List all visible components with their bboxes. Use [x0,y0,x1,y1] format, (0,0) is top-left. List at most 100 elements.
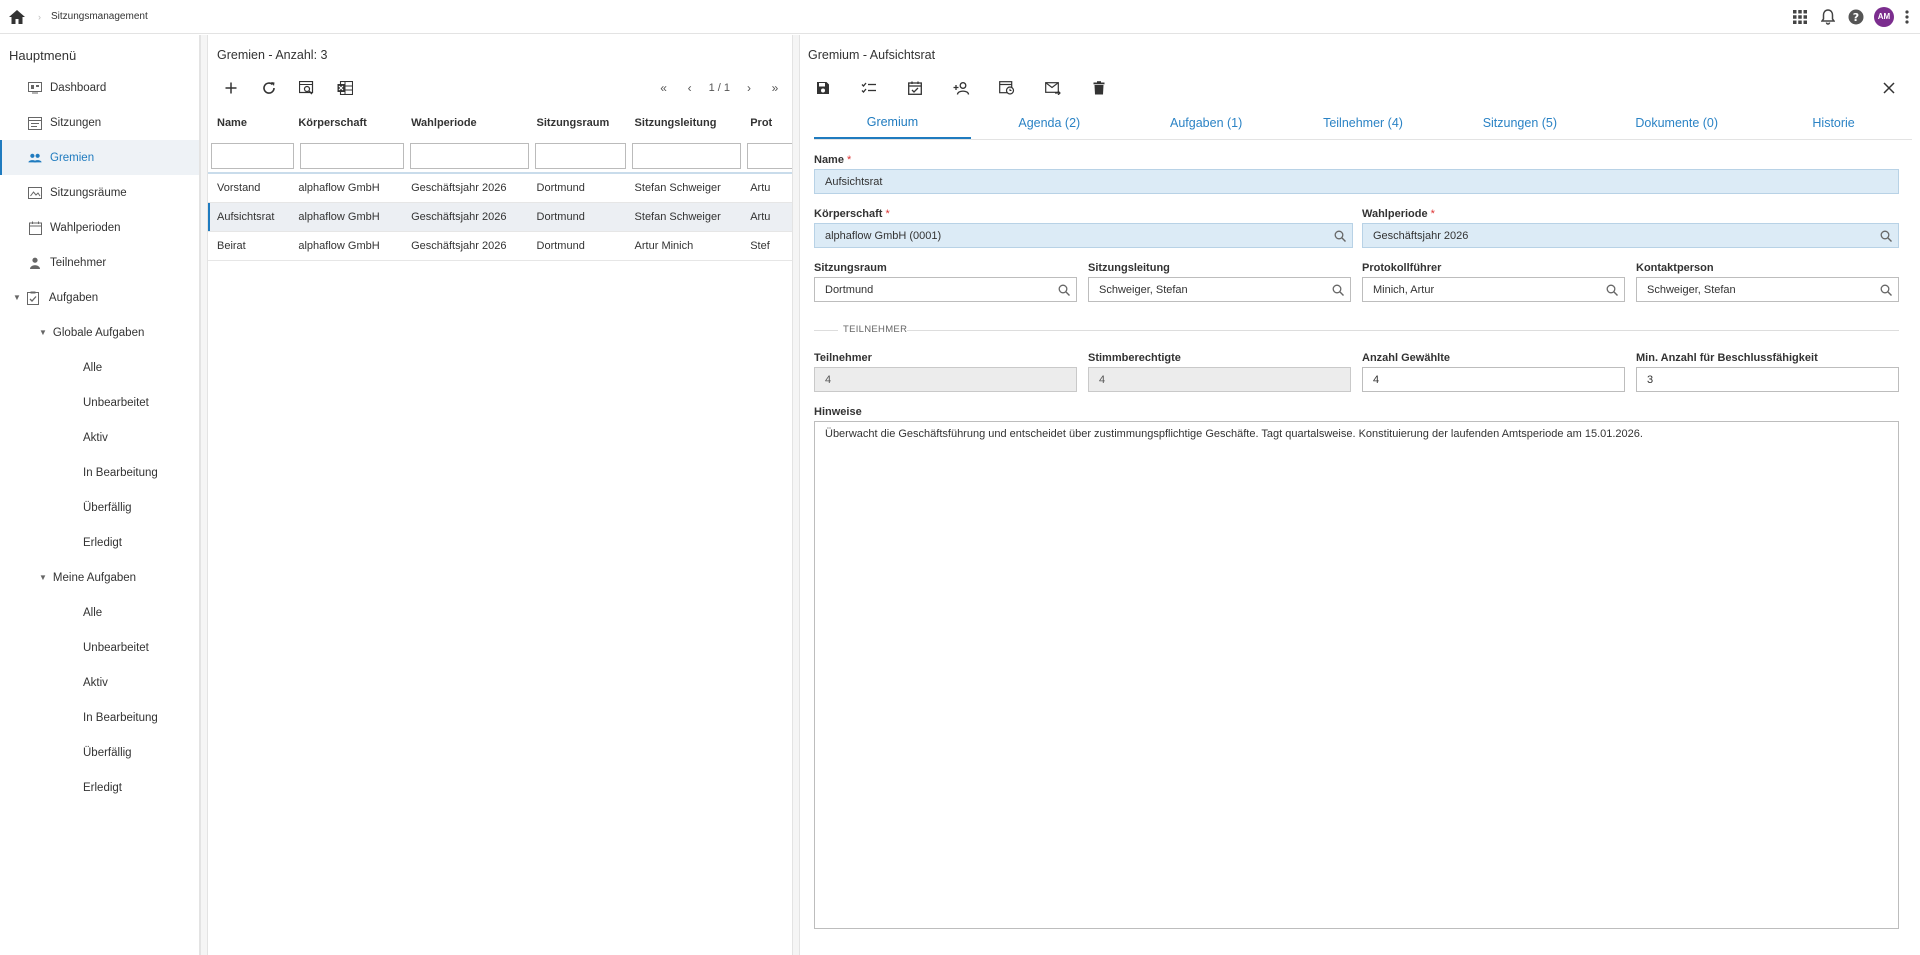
sidebar-item-wahlperioden[interactable]: Wahlperioden [0,210,199,245]
first-page-icon[interactable]: « [653,77,675,99]
sidebar-item-global-alle[interactable]: Alle [0,350,199,385]
sidebar-item-global-erledigt[interactable]: Erledigt [0,525,199,560]
search-list-icon[interactable] [292,73,322,103]
teilnehmer-label: Teilnehmer [814,352,872,364]
table-row[interactable]: Beirat alphaflow GmbH Geschäftsjahr 2026… [208,232,792,261]
sidebar-item-mine-erledigt[interactable]: Erledigt [0,770,199,805]
apps-grid-icon[interactable] [1790,7,1810,27]
hinweise-textarea[interactable]: Überwacht die Geschäftsführung und entsc… [814,421,1899,929]
person-icon [28,256,42,270]
search-icon[interactable] [1880,284,1892,296]
sidebar-group-aufgaben[interactable]: ▼ Aufgaben [0,280,199,315]
chevron-down-icon[interactable]: ▼ [13,293,21,302]
column-header-sitzungsraum[interactable]: Sitzungsraum [536,117,634,129]
sidebar-item-dashboard[interactable]: Dashboard [0,70,199,105]
checklist-icon[interactable] [854,73,884,103]
sidebar-item-teilnehmer[interactable]: Teilnehmer [0,245,199,280]
close-icon[interactable] [1874,73,1904,103]
cell-wahlperiode: Geschäftsjahr 2026 [411,182,507,194]
sitzungsraum-field[interactable]: Dortmund [814,277,1077,302]
column-header-sitzungsleitung[interactable]: Sitzungsleitung [634,117,750,129]
cell-protokollfuehrer: Artu [750,211,771,223]
sidebar-item-global-aktiv[interactable]: Aktiv [0,420,199,455]
search-icon[interactable] [1058,284,1070,296]
column-header-protokollfuehrer[interactable]: Prot [749,117,792,129]
excel-export-icon[interactable] [330,73,360,103]
refresh-icon[interactable] [254,73,284,103]
tab-historie[interactable]: Historie [1755,106,1912,139]
sidebar-splitter[interactable] [200,35,208,955]
table-row[interactable]: Vorstand alphaflow GmbH Geschäftsjahr 20… [208,174,792,203]
sitzungsraum-value: Dortmund [825,283,874,296]
sidebar-item-mine-alle[interactable]: Alle [0,595,199,630]
search-icon[interactable] [1606,284,1618,296]
search-icon[interactable] [1880,230,1892,242]
sidebar-item-global-unbearbeitet[interactable]: Unbearbeitet [0,385,199,420]
previous-page-icon[interactable]: ‹ [679,77,701,99]
koerperschaft-value: alphaflow GmbH (0001) [825,229,942,242]
sidebar-item-mine-aktiv[interactable]: Aktiv [0,665,199,700]
sidebar-item-global-ueberfaellig[interactable]: Überfällig [0,490,199,525]
tab-gremium[interactable]: Gremium [814,106,971,139]
protokollfuehrer-field[interactable]: Minich, Artur [1362,277,1625,302]
tab-teilnehmer[interactable]: Teilnehmer (4) [1285,106,1442,139]
sidebar-item-sitzungen[interactable]: Sitzungen [0,105,199,140]
teilnehmer-count-field: 4 [814,367,1077,392]
sidebar-item-sitzungsraeume[interactable]: Sitzungsräume [0,175,199,210]
breadcrumb[interactable]: Sitzungsmanagement [51,11,148,22]
calendar-check-icon[interactable] [900,73,930,103]
cell-koerperschaft: alphaflow GmbH [298,240,380,252]
column-header-name[interactable]: Name [208,117,297,129]
help-icon[interactable]: ? [1846,7,1866,27]
wahlperiode-field[interactable]: Geschäftsjahr 2026 [1362,223,1899,248]
kontaktperson-field[interactable]: Schweiger, Stefan [1636,277,1899,302]
last-page-icon[interactable]: » [764,77,786,99]
add-icon[interactable] [216,73,246,103]
search-icon[interactable] [1334,230,1346,242]
save-icon[interactable] [808,73,838,103]
filter-input-protokollfuehrer[interactable] [746,143,792,169]
list-splitter[interactable] [792,35,800,955]
filter-input-koerperschaft[interactable] [299,143,405,169]
gewaehlte-count-field[interactable]: 4 [1362,367,1625,392]
filter-input-sitzungsleitung[interactable] [632,143,741,169]
filter-input-sitzungsraum[interactable] [534,143,627,169]
mail-send-icon[interactable] [1038,73,1068,103]
cell-sitzungsraum: Dortmund [536,240,585,252]
filter-input-wahlperiode[interactable] [410,143,529,169]
sitzungsleitung-field[interactable]: Schweiger, Stefan [1088,277,1351,302]
sidebar-item-mine-unbearbeitet[interactable]: Unbearbeitet [0,630,199,665]
cell-sitzungsleitung: Artur Minich [634,240,694,252]
sidebar-group-globale-aufgaben[interactable]: ▼ Globale Aufgaben [0,315,199,350]
tab-agenda[interactable]: Agenda (2) [971,106,1128,139]
search-icon[interactable] [1332,284,1344,296]
tab-aufgaben[interactable]: Aufgaben (1) [1128,106,1285,139]
name-field[interactable]: Aufsichtsrat [814,169,1899,194]
home-icon[interactable] [4,4,30,30]
bell-icon[interactable] [1818,7,1838,27]
avatar[interactable]: AM [1874,6,1894,27]
sidebar-item-gremien[interactable]: Gremien [0,140,199,175]
gremien-table: Name Körperschaft Wahlperiode Sitzungsra… [208,106,792,261]
sidebar-item-mine-ueberfaellig[interactable]: Überfällig [0,735,199,770]
chevron-down-icon[interactable]: ▼ [39,573,47,582]
column-header-koerperschaft[interactable]: Körperschaft [297,117,410,129]
section-divider [907,330,1899,331]
tab-sitzungen[interactable]: Sitzungen (5) [1441,106,1598,139]
schedule-icon[interactable] [992,73,1022,103]
table-row-selected[interactable]: Aufsichtsrat alphaflow GmbH Geschäftsjah… [208,203,792,232]
sidebar-item-mine-in-bearbeitung[interactable]: In Bearbeitung [0,700,199,735]
more-vertical-icon[interactable] [1902,7,1912,27]
add-person-icon[interactable] [946,73,976,103]
filter-input-name[interactable] [211,143,294,169]
next-page-icon[interactable]: › [738,77,760,99]
chevron-down-icon[interactable]: ▼ [39,328,47,337]
room-icon [28,186,42,200]
min-beschlussfaehigkeit-field[interactable]: 3 [1636,367,1899,392]
column-header-wahlperiode[interactable]: Wahlperiode [410,117,535,129]
koerperschaft-field[interactable]: alphaflow GmbH (0001) [814,223,1353,248]
delete-icon[interactable] [1084,73,1114,103]
tab-dokumente[interactable]: Dokumente (0) [1598,106,1755,139]
sidebar-item-global-in-bearbeitung[interactable]: In Bearbeitung [0,455,199,490]
sidebar-group-meine-aufgaben[interactable]: ▼ Meine Aufgaben [0,560,199,595]
